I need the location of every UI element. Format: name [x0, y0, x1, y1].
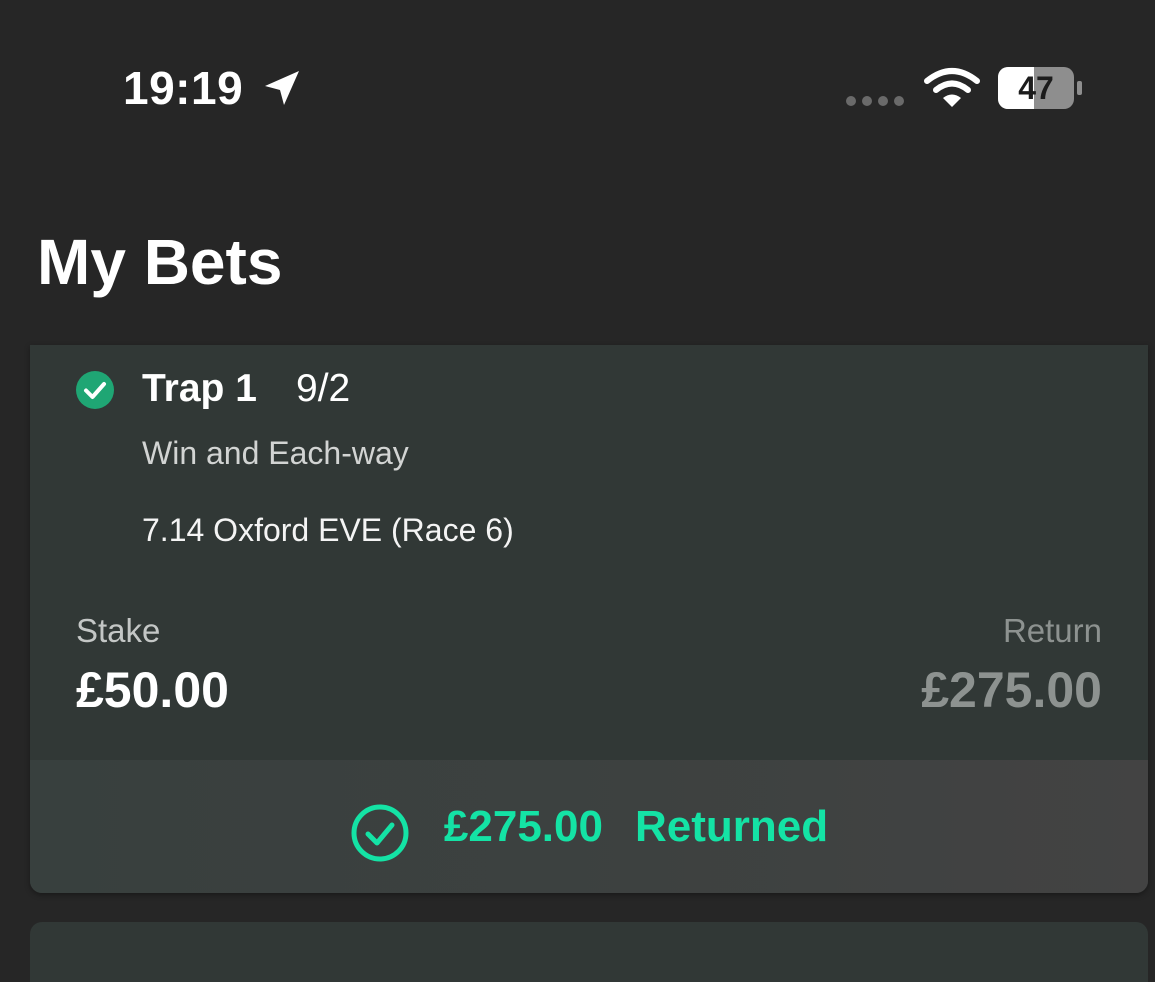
returned-label: Returned: [634, 801, 829, 851]
battery-level: 47: [1018, 70, 1054, 106]
next-bet-card[interactable]: [30, 922, 1148, 982]
wifi-icon: [924, 68, 980, 107]
check-circle-outline-icon: [351, 804, 409, 861]
status-time: 19:19: [123, 62, 244, 114]
return-label: Return: [1002, 612, 1102, 649]
stake-value: £50.00: [76, 662, 229, 718]
page-title: My Bets: [37, 226, 283, 298]
selection-name: Trap 1: [142, 367, 257, 410]
stake-label: Stake: [76, 612, 161, 649]
bet-card[interactable]: Trap 1 9/2 Win and Each-way 7.14 Oxford …: [30, 345, 1148, 893]
check-circle-icon: [76, 371, 114, 409]
bet-type: Win and Each-way: [142, 435, 409, 471]
battery-indicator: 47: [998, 67, 1084, 109]
returned-status-bar: £275.00 Returned: [30, 760, 1148, 893]
selection-odds: 9/2: [296, 367, 351, 410]
event-name: 7.14 Oxford EVE (Race 6): [142, 512, 514, 548]
cellular-signal-icon: [846, 96, 904, 106]
status-bar: 19:19 47: [0, 0, 1155, 180]
returned-amount: £275.00: [443, 801, 603, 851]
location-arrow-icon: [265, 71, 299, 105]
return-value: £275.00: [921, 662, 1102, 718]
